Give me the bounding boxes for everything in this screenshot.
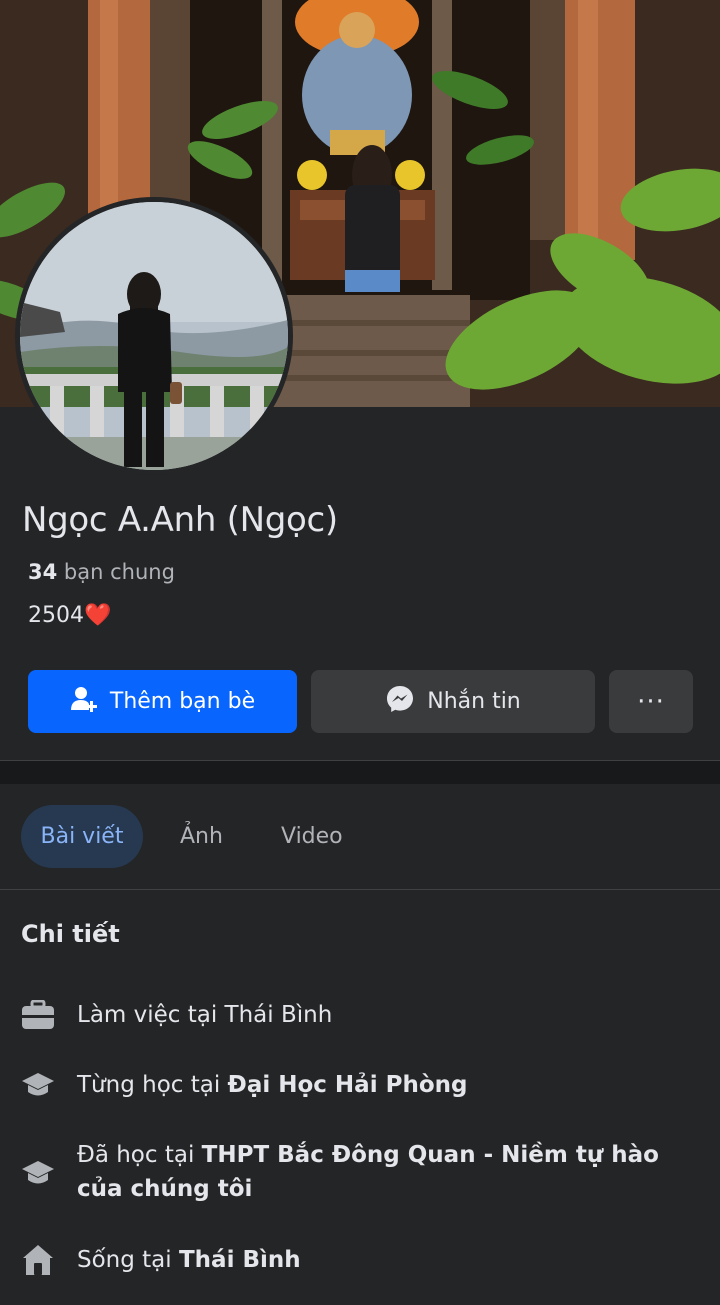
message-button[interactable]: Nhắn tin bbox=[311, 670, 595, 733]
add-friend-icon bbox=[70, 685, 98, 719]
profile-avatar[interactable] bbox=[15, 197, 293, 475]
detail-highschool-text: Đã học tại THPT Bắc Đông Quan - Niềm tự … bbox=[77, 1142, 659, 1202]
messenger-icon bbox=[385, 684, 415, 720]
detail-lives-in-text: Sống tại Thái Bình bbox=[77, 1247, 301, 1273]
mutual-friends[interactable]: 34 bạn chung bbox=[28, 560, 175, 584]
more-options-button[interactable]: ··· bbox=[609, 670, 693, 733]
section-divider bbox=[0, 760, 720, 784]
briefcase-icon bbox=[21, 998, 55, 1032]
detail-university[interactable]: Từng học tại Đại Học Hải Phòng bbox=[0, 1068, 720, 1102]
mutual-label: bạn chung bbox=[63, 560, 175, 584]
profile-name: Ngọc A.Anh (Ngọc) bbox=[22, 500, 338, 540]
detail-lives-in[interactable]: Sống tại Thái Bình bbox=[0, 1243, 720, 1277]
graduation-cap-icon bbox=[21, 1156, 55, 1190]
detail-work[interactable]: Làm việc tại Thái Bình bbox=[0, 998, 720, 1032]
mutual-count: 34 bbox=[28, 560, 58, 584]
graduation-cap-icon bbox=[21, 1068, 55, 1102]
profile-bio: 2504❤️ bbox=[28, 603, 112, 628]
detail-highschool[interactable]: Đã học tại THPT Bắc Đông Quan - Niềm tự … bbox=[0, 1138, 720, 1208]
more-icon: ··· bbox=[637, 686, 665, 717]
home-icon bbox=[21, 1243, 55, 1277]
profile-tabs: Bài viết Ảnh Video bbox=[0, 784, 720, 890]
tab-photos[interactable]: Ảnh bbox=[180, 805, 223, 868]
detail-university-text: Từng học tại Đại Học Hải Phòng bbox=[77, 1072, 468, 1098]
message-label: Nhắn tin bbox=[427, 689, 521, 714]
details-title: Chi tiết bbox=[21, 920, 120, 948]
tab-posts[interactable]: Bài viết bbox=[21, 805, 143, 868]
detail-work-text: Làm việc tại Thái Bình bbox=[77, 1002, 333, 1028]
add-friend-label: Thêm bạn bè bbox=[109, 689, 256, 714]
tab-videos[interactable]: Video bbox=[281, 805, 343, 868]
add-friend-button[interactable]: Thêm bạn bè bbox=[28, 670, 297, 733]
